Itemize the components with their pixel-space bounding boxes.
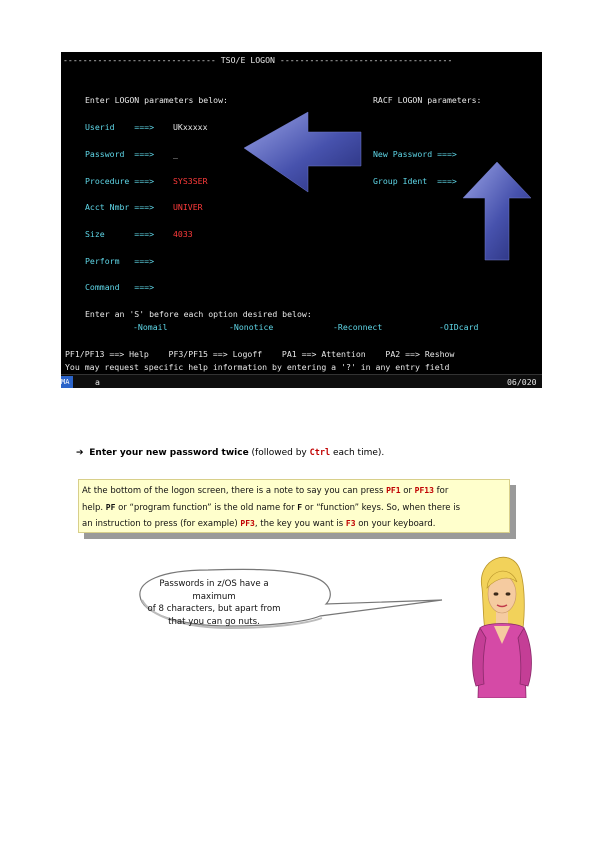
- status-position: 06/020: [507, 377, 537, 387]
- note-line-2: help. PF or “program function” is the ol…: [82, 500, 506, 517]
- note-text: or “program function” is the old name fo…: [115, 502, 298, 513]
- note-text: or: [400, 486, 415, 496]
- note-text: or “function” keys. So, when there is: [302, 502, 461, 513]
- pf3-key: PF3: [240, 519, 255, 528]
- bubble-text: Passwords in z/OS have a maximum of 8 ch…: [141, 578, 287, 628]
- note-text: , the key you want is: [254, 519, 346, 529]
- status-indicator: MA: [61, 376, 73, 388]
- pointer-arrows: [243, 111, 532, 261]
- bubble-line-3: that you can go nuts.: [168, 616, 260, 627]
- instruction-text-2: each time).: [330, 448, 385, 458]
- arrow-bullet-icon: ➔: [76, 448, 84, 458]
- note-text: help.: [82, 502, 106, 513]
- instruction-bullet: ➔ Enter your new password twice (followe…: [76, 448, 384, 458]
- bubble-line-1: Passwords in z/OS have a maximum: [159, 579, 269, 602]
- note-text: At the bottom of the logon screen, there…: [82, 486, 387, 496]
- f3-key: F3: [345, 519, 356, 528]
- status-bar: MA a 06/020: [61, 374, 542, 388]
- note-line-1: At the bottom of the logon screen, there…: [82, 483, 506, 500]
- pf-key: PF: [105, 502, 116, 512]
- instruction-bold: Enter your new password twice: [89, 448, 249, 458]
- note-text: an instruction to press (for example): [82, 519, 241, 529]
- ctrl-key: Ctrl: [309, 448, 331, 458]
- left-arrow-icon: [243, 111, 362, 193]
- pf13-key: PF13: [414, 486, 434, 495]
- pf-key-note: At the bottom of the logon screen, there…: [78, 479, 510, 533]
- cartoon-woman-illustration: [472, 556, 532, 698]
- bubble-line-2: of 8 characters, but apart from: [147, 604, 281, 614]
- instruction-text-1: (followed by: [248, 448, 310, 458]
- status-mid: a: [95, 377, 100, 387]
- note-text: for: [433, 486, 449, 496]
- note-text: on your keyboard.: [355, 519, 436, 529]
- note-line-3: an instruction to press (for example) PF…: [82, 516, 506, 533]
- tso-logon-screenshot: ------------------------------- TSO/E LO…: [61, 52, 542, 388]
- pf1-key: PF1: [386, 486, 401, 495]
- up-arrow-icon: [462, 161, 532, 261]
